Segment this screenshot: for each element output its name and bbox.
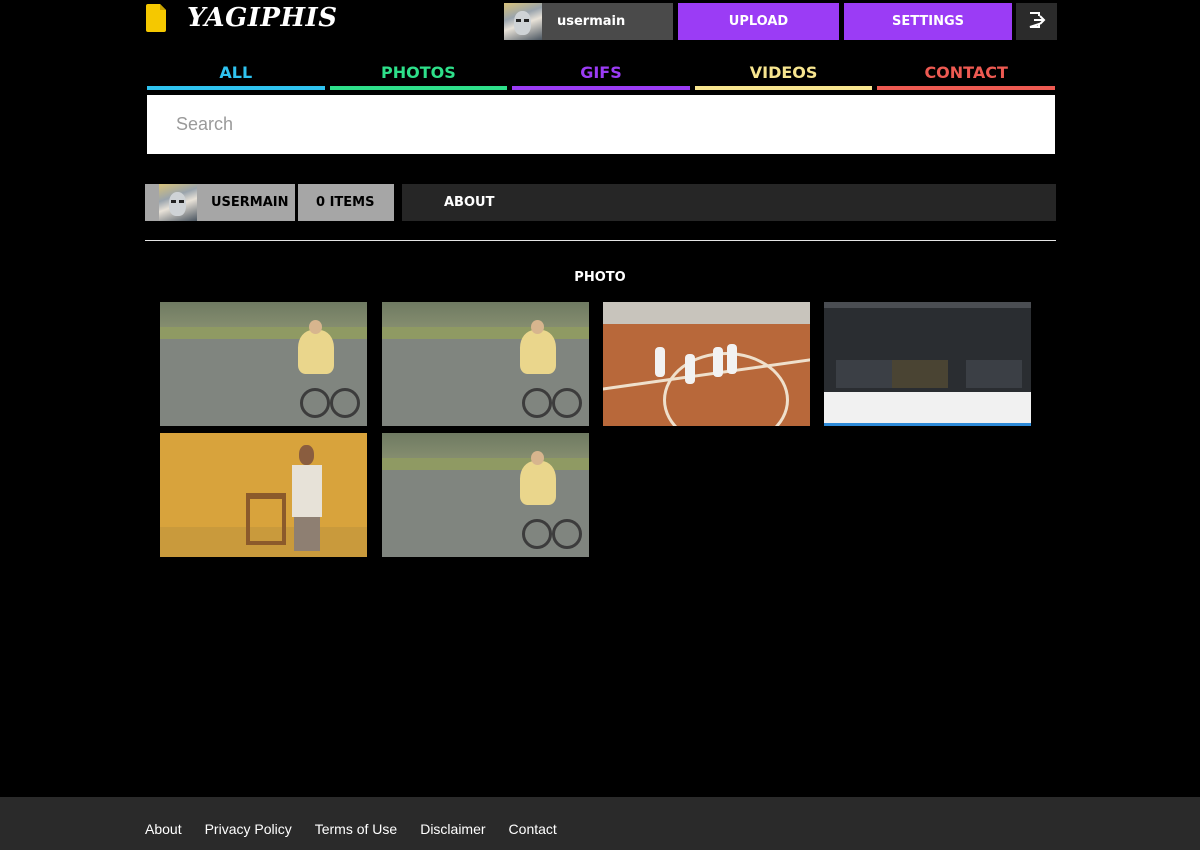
site-logo[interactable]: YAGIPHIS xyxy=(145,3,338,33)
photo-thumbnail[interactable] xyxy=(824,302,1031,426)
items-count[interactable]: 0 ITEMS xyxy=(298,184,394,221)
footer-link-privacy[interactable]: Privacy Policy xyxy=(205,821,292,837)
profile-bar: USERMAIN 0 ITEMS ABOUT xyxy=(145,184,1057,221)
tab-videos[interactable]: VIDEOS xyxy=(694,60,873,90)
footer-links: About Privacy Policy Terms of Use Discla… xyxy=(145,821,557,837)
tab-contact[interactable]: CONTACT xyxy=(877,60,1055,90)
user-menu[interactable]: usermain xyxy=(504,3,673,40)
upload-button[interactable]: UPLOAD xyxy=(678,3,839,40)
settings-button[interactable]: SETTINGS xyxy=(844,3,1012,40)
tab-photos[interactable]: PHOTOS xyxy=(329,60,508,90)
footer-link-contact[interactable]: Contact xyxy=(509,821,557,837)
about-tab[interactable]: ABOUT xyxy=(402,184,1056,221)
photo-thumbnail[interactable] xyxy=(603,302,810,426)
category-tabs: ALL PHOTOS GIFS VIDEOS CONTACT xyxy=(147,60,1055,90)
photo-thumbnail[interactable] xyxy=(382,433,589,557)
footer-link-disclaimer[interactable]: Disclaimer xyxy=(420,821,485,837)
photo-thumbnail[interactable] xyxy=(382,302,589,426)
photo-thumbnail[interactable] xyxy=(160,302,367,426)
footer-link-terms[interactable]: Terms of Use xyxy=(315,821,397,837)
logout-icon xyxy=(1028,11,1046,33)
file-icon xyxy=(145,3,167,33)
section-title: PHOTO xyxy=(574,270,626,285)
logo-text: YAGIPHIS xyxy=(187,3,338,33)
profile-user[interactable]: USERMAIN xyxy=(145,184,295,221)
footer: About Privacy Policy Terms of Use Discla… xyxy=(0,797,1200,850)
search-input[interactable] xyxy=(147,95,1055,154)
tab-gifs[interactable]: GIFS xyxy=(512,60,690,90)
avatar xyxy=(504,3,542,40)
divider xyxy=(145,240,1056,241)
tab-all[interactable]: ALL xyxy=(147,60,325,90)
footer-link-about[interactable]: About xyxy=(145,821,182,837)
username-label: usermain xyxy=(557,14,626,29)
profile-username: USERMAIN xyxy=(211,195,289,210)
logout-button[interactable] xyxy=(1016,3,1057,40)
profile-avatar xyxy=(159,184,197,221)
photo-thumbnail[interactable] xyxy=(160,433,367,557)
